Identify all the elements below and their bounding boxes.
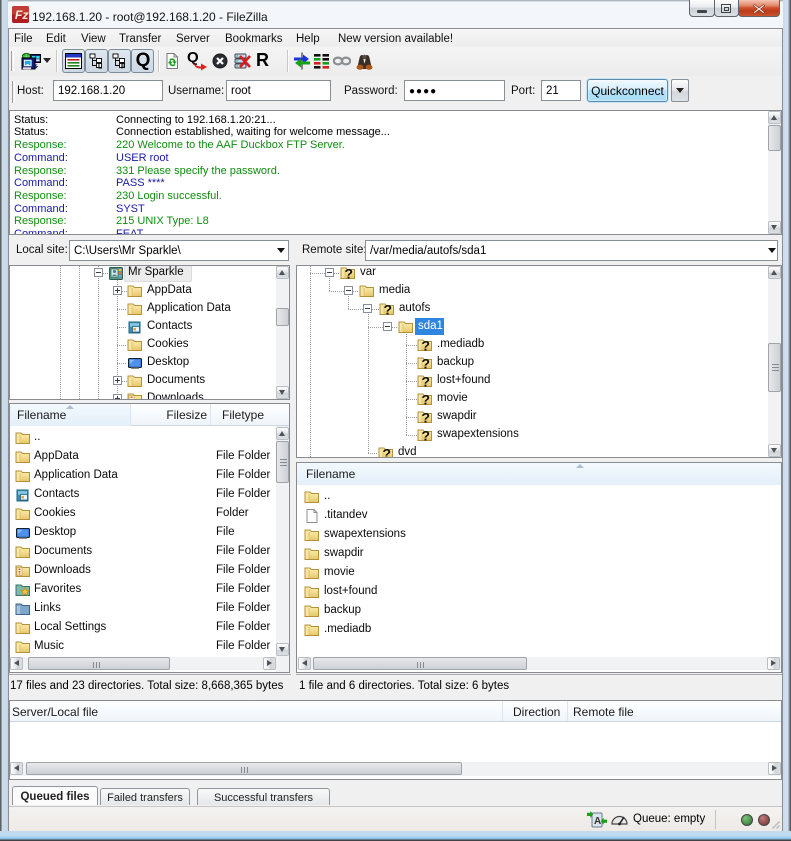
- svg-text:F: F: [121, 64, 126, 70]
- svg-text:Fz: Fz: [15, 8, 29, 22]
- svg-text:L: L: [98, 64, 103, 70]
- svg-text:A: A: [594, 816, 601, 827]
